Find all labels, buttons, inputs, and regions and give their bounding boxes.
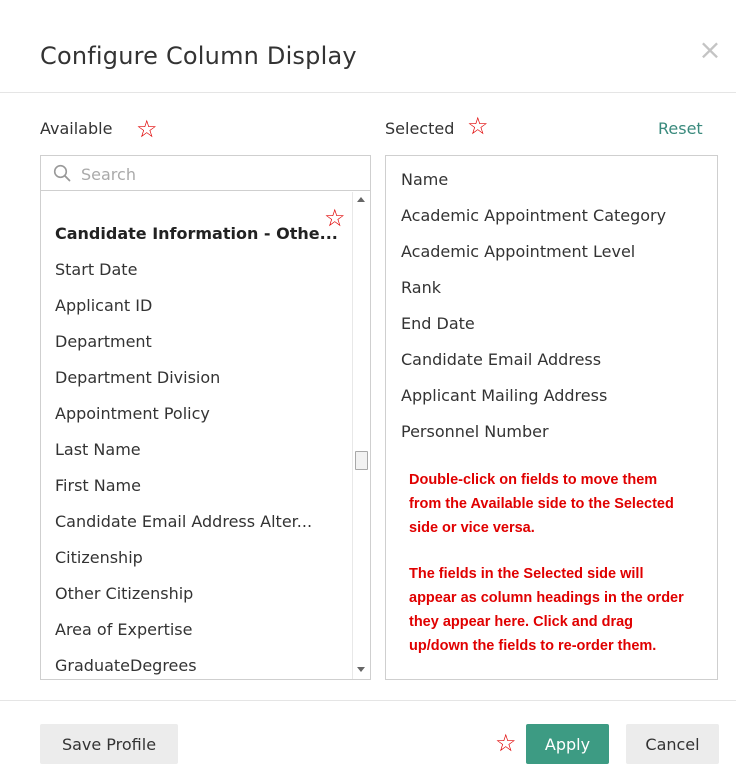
dialog-header: Configure Column Display × (0, 0, 736, 93)
selected-list-item[interactable]: Applicant Mailing Address (401, 386, 607, 405)
dialog-title: Configure Column Display (40, 42, 357, 70)
annotation-star-icon: ☆ (136, 115, 158, 143)
list-item[interactable]: Candidate Email Address Alter... (55, 512, 312, 531)
search-box (41, 156, 370, 191)
list-item[interactable]: Applicant ID (55, 296, 152, 315)
available-list-scrollbar[interactable] (352, 192, 370, 679)
list-item[interactable]: Department (55, 332, 152, 351)
instruction-note: appear as column headings in the order (409, 590, 684, 606)
instruction-note: from the Available side to the Selected (409, 496, 674, 512)
annotation-star-icon: ☆ (324, 204, 346, 232)
search-icon (53, 164, 71, 182)
selected-list-panel: Name Academic Appointment Category Acade… (385, 155, 718, 680)
close-icon[interactable]: × (698, 36, 722, 64)
list-item[interactable]: Department Division (55, 368, 220, 387)
instruction-note: they appear here. Click and drag (409, 614, 634, 630)
list-item[interactable]: Citizenship (55, 548, 143, 567)
instruction-note: The fields in the Selected side will (409, 566, 644, 582)
cancel-button[interactable]: Cancel (626, 724, 719, 764)
instruction-note: Double-click on fields to move them (409, 472, 658, 488)
selected-list-item[interactable]: Personnel Number (401, 422, 549, 441)
available-list-panel: Candidate Information - Othe... Start Da… (40, 155, 371, 680)
footer-divider (0, 700, 736, 701)
configure-column-dialog: Configure Column Display × Available ☆ S… (0, 0, 736, 764)
selected-list-item[interactable]: Name (401, 170, 448, 189)
apply-button[interactable]: Apply (526, 724, 609, 764)
list-item[interactable]: Other Citizenship (55, 584, 193, 603)
list-item[interactable]: GraduateDegrees (55, 656, 197, 675)
list-item[interactable]: Last Name (55, 440, 141, 459)
list-item[interactable]: Area of Expertise (55, 620, 192, 639)
selected-list-item[interactable]: Candidate Email Address (401, 350, 601, 369)
instruction-note: side or vice versa. (409, 520, 535, 536)
annotation-star-icon: ☆ (467, 112, 489, 140)
reset-link[interactable]: Reset (658, 119, 703, 138)
scrollbar-thumb[interactable] (355, 451, 368, 470)
available-fields-list: Candidate Information - Othe... Start Da… (41, 192, 351, 679)
selected-list-item[interactable]: Academic Appointment Category (401, 206, 666, 225)
search-input[interactable] (79, 161, 363, 187)
selected-list-item[interactable]: Rank (401, 278, 441, 297)
annotation-star-icon: ☆ (495, 729, 517, 757)
available-label: Available (40, 119, 113, 138)
list-item[interactable]: First Name (55, 476, 141, 495)
scroll-down-icon[interactable] (357, 667, 365, 672)
selected-list-item[interactable]: Academic Appointment Level (401, 242, 635, 261)
list-item[interactable]: Start Date (55, 260, 137, 279)
instruction-note: up/down the fields to re-order them. (409, 638, 657, 654)
list-group-header[interactable]: Candidate Information - Othe... (55, 224, 338, 243)
selected-list-item[interactable]: End Date (401, 314, 475, 333)
list-item[interactable]: Appointment Policy (55, 404, 210, 423)
scroll-up-icon[interactable] (357, 197, 365, 202)
selected-label: Selected (385, 119, 455, 138)
save-profile-button[interactable]: Save Profile (40, 724, 178, 764)
